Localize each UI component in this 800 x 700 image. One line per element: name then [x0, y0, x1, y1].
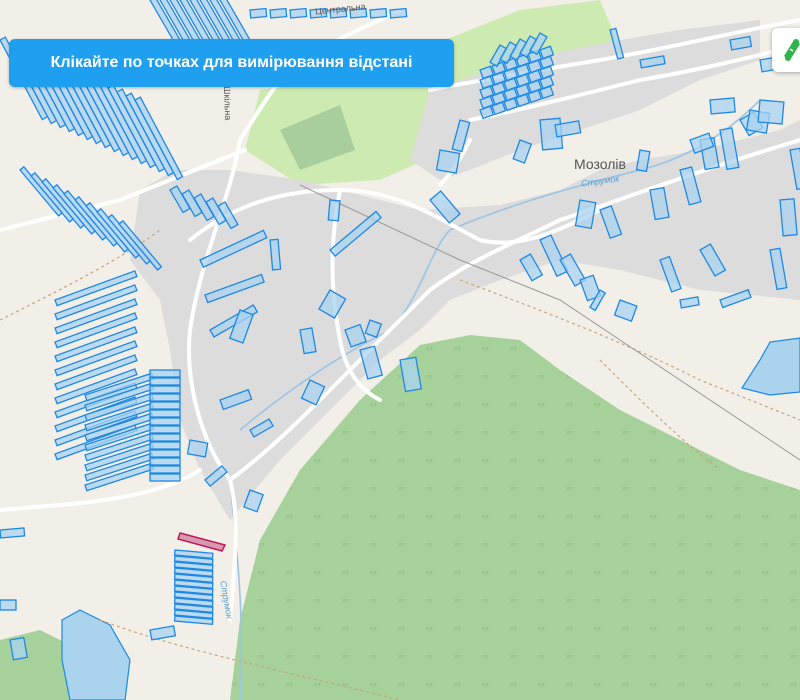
- village-label: Мозолів: [574, 156, 626, 172]
- parcel[interactable]: [149, 441, 181, 450]
- parcel[interactable]: [269, 238, 282, 271]
- parcel[interactable]: [369, 7, 388, 19]
- parcel[interactable]: [149, 465, 181, 474]
- parcel[interactable]: [435, 149, 461, 174]
- parcel[interactable]: [249, 7, 268, 19]
- parcel[interactable]: [149, 409, 181, 418]
- parcel[interactable]: [149, 457, 181, 466]
- measure-ruler-icon: [784, 39, 800, 61]
- measure-hint-text: Клікайте по точках для вимірювання відст…: [50, 54, 413, 71]
- parcel[interactable]: [779, 198, 798, 237]
- street-label: Шкільна: [222, 86, 234, 121]
- parcel[interactable]: [289, 7, 308, 19]
- parcel[interactable]: [149, 417, 181, 426]
- map-canvas[interactable]: ᵠᵠ: [0, 0, 800, 700]
- parcel[interactable]: [149, 377, 181, 386]
- parcel[interactable]: [149, 401, 181, 410]
- parcel[interactable]: [149, 425, 181, 434]
- parcel[interactable]: [149, 433, 181, 442]
- parcel[interactable]: [149, 385, 181, 394]
- parcel[interactable]: [0, 527, 26, 539]
- parcel[interactable]: [186, 439, 209, 458]
- parcel[interactable]: [149, 369, 181, 378]
- parcel[interactable]: [149, 449, 181, 458]
- measure-tool-button[interactable]: [772, 28, 800, 72]
- parcel[interactable]: [149, 393, 181, 402]
- parcel[interactable]: [9, 636, 29, 661]
- parcel[interactable]: [269, 7, 288, 19]
- measure-hint-banner: Клікайте по точках для вимірювання відст…: [9, 39, 454, 87]
- parcel[interactable]: [389, 7, 408, 19]
- parcel[interactable]: [0, 599, 17, 611]
- parcel[interactable]: [709, 97, 736, 115]
- parcel[interactable]: [327, 199, 341, 222]
- parcel[interactable]: [149, 473, 181, 482]
- parcel[interactable]: [757, 99, 785, 125]
